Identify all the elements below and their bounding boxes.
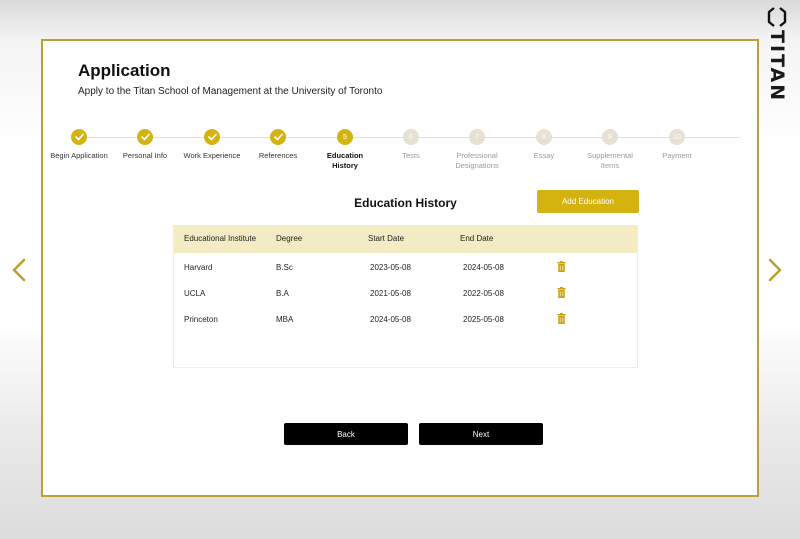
cell-start: 2023-05-08 bbox=[370, 263, 411, 272]
cell-end: 2025-05-08 bbox=[463, 315, 504, 324]
checkmark-icon bbox=[137, 129, 153, 145]
step-number: 5 bbox=[337, 129, 353, 145]
step-number: 9 bbox=[602, 129, 618, 145]
trash-icon[interactable] bbox=[557, 311, 566, 324]
table-row: Princeton MBA 2024-05-08 2025-05-08 bbox=[174, 305, 637, 331]
education-table: Educational Institute Degree Start Date … bbox=[173, 225, 638, 368]
cell-start: 2024-05-08 bbox=[370, 315, 411, 324]
trash-icon[interactable] bbox=[557, 285, 566, 298]
hexagon-outline-icon bbox=[767, 7, 787, 27]
table-header: Educational Institute Degree Start Date … bbox=[174, 226, 637, 253]
step-label-line: History bbox=[332, 161, 358, 170]
cell-institute: Harvard bbox=[184, 263, 213, 272]
cell-start: 2021-05-08 bbox=[370, 289, 411, 298]
application-card: Application Apply to the Titan School of… bbox=[41, 39, 759, 497]
checkmark-icon bbox=[270, 129, 286, 145]
previous-slide-arrow[interactable] bbox=[10, 258, 28, 282]
chevron-left-icon bbox=[12, 258, 26, 282]
cell-end: 2024-05-08 bbox=[463, 263, 504, 272]
step-label-line: Payment bbox=[662, 151, 692, 160]
table-row: UCLA B.A 2021-05-08 2022-05-08 bbox=[174, 279, 637, 305]
column-header-institute: Educational Institute bbox=[184, 234, 257, 243]
section-title: Education History bbox=[354, 196, 457, 210]
progress-stepper: Begin Application Personal Info Work Exper… bbox=[50, 127, 748, 177]
page-title: Application bbox=[78, 61, 171, 80]
next-button[interactable]: Next bbox=[419, 423, 543, 445]
chevron-right-icon bbox=[768, 258, 782, 282]
step-label-line: Items bbox=[600, 161, 620, 170]
cell-degree: B.Sc bbox=[276, 263, 293, 272]
page-subtitle: Apply to the Titan School of Management … bbox=[78, 86, 383, 97]
next-slide-arrow[interactable] bbox=[766, 258, 784, 282]
column-header-end-date: End Date bbox=[460, 234, 494, 243]
step-label: Payment bbox=[637, 151, 717, 161]
column-header-degree: Degree bbox=[276, 234, 303, 243]
add-education-button[interactable]: Add Education bbox=[537, 190, 639, 213]
brand-name: TITAN bbox=[766, 30, 788, 103]
checkmark-icon bbox=[204, 129, 220, 145]
cell-institute: UCLA bbox=[184, 289, 206, 298]
cell-end: 2022-05-08 bbox=[463, 289, 504, 298]
step-10[interactable]: 10 Payment bbox=[637, 127, 717, 161]
cell-degree: B.A bbox=[276, 289, 289, 298]
step-number: 7 bbox=[469, 129, 485, 145]
step-number: 10 bbox=[669, 129, 685, 145]
step-number: 8 bbox=[536, 129, 552, 145]
cell-institute: Princeton bbox=[184, 315, 218, 324]
step-label-line: Designations bbox=[455, 161, 499, 170]
table-row: Harvard B.Sc 2023-05-08 2024-05-08 bbox=[174, 253, 637, 279]
cell-degree: MBA bbox=[276, 315, 294, 324]
step-number: 6 bbox=[403, 129, 419, 145]
column-header-start-date: Start Date bbox=[368, 234, 405, 243]
back-button[interactable]: Back bbox=[284, 423, 408, 445]
trash-icon[interactable] bbox=[557, 259, 566, 272]
checkmark-icon bbox=[71, 129, 87, 145]
brand-logo: TITAN bbox=[762, 6, 792, 102]
